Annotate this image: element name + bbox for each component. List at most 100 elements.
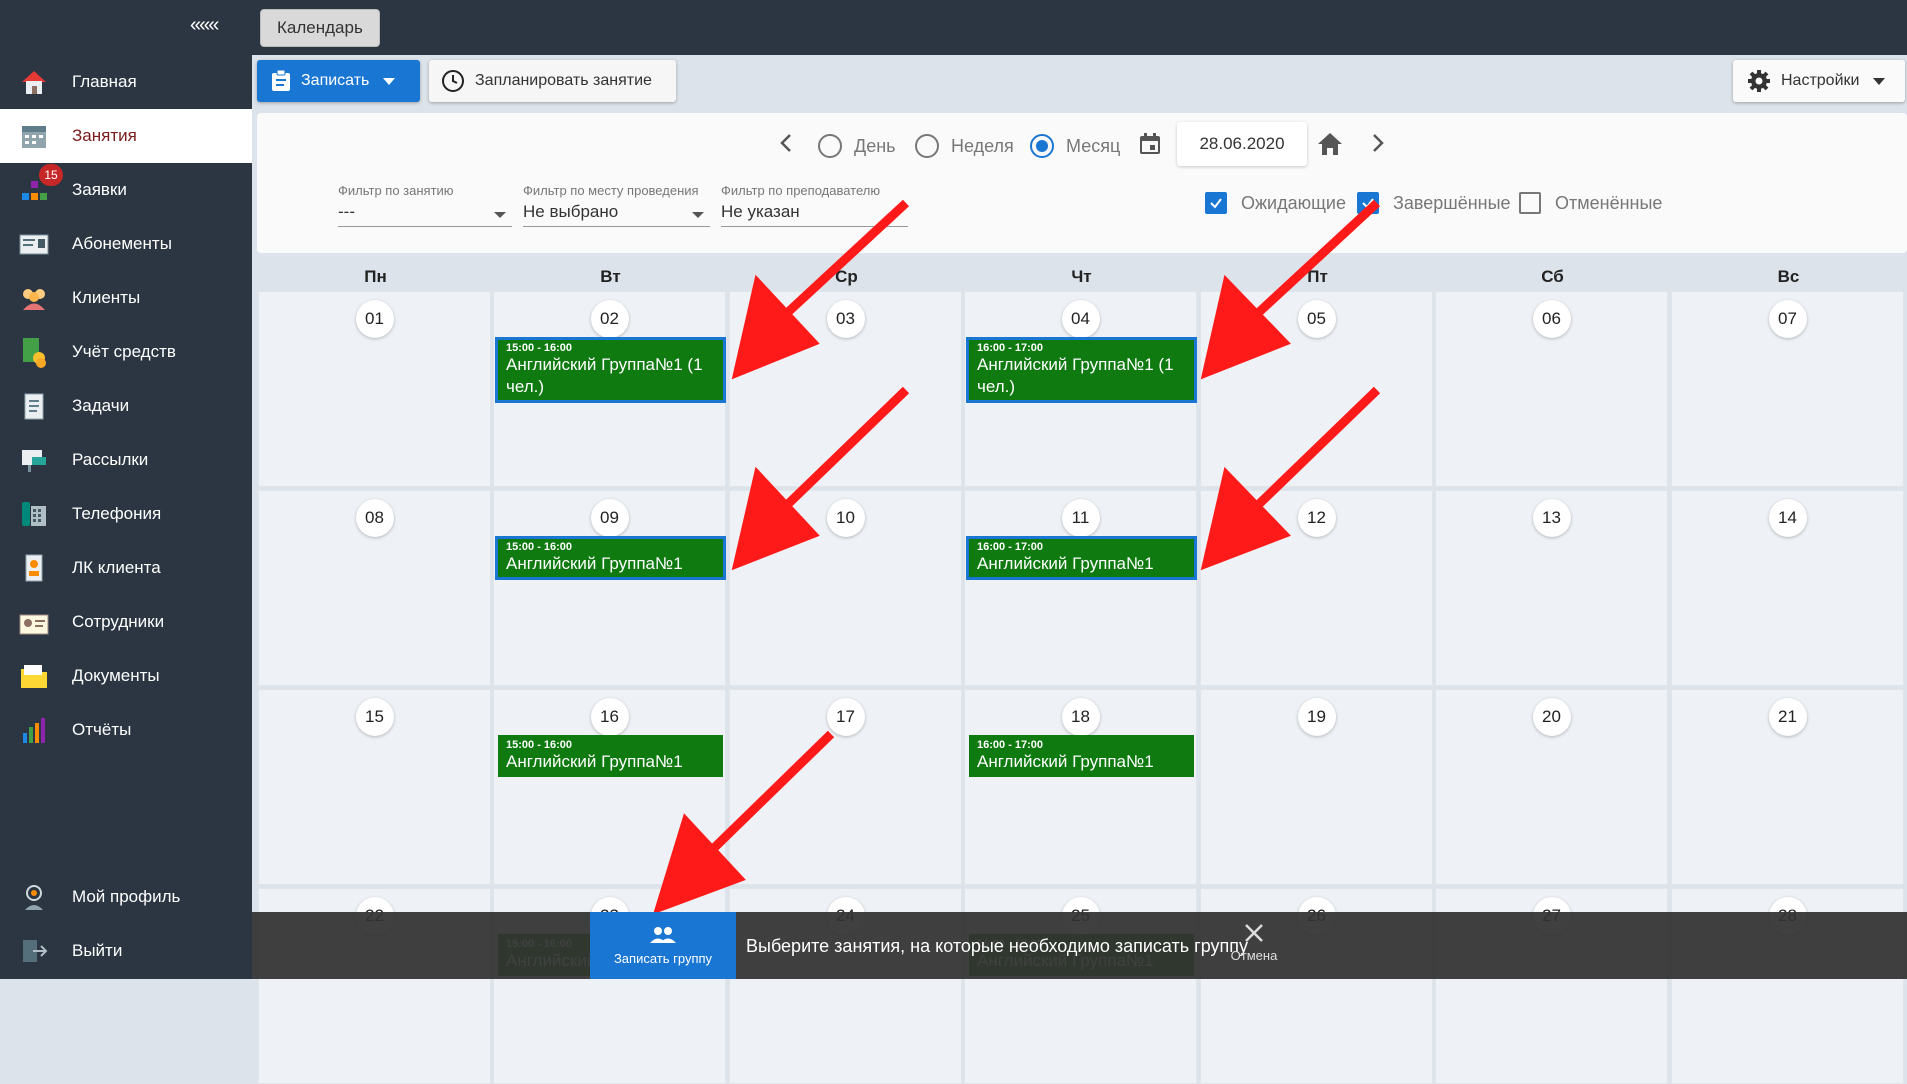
day-cell[interactable]: 18 16:00 - 17:00 Английский Группа№1	[964, 689, 1197, 885]
today-home-icon[interactable]	[1316, 131, 1344, 162]
sidebar-item-client-cabinet[interactable]: ЛК клиента	[0, 541, 252, 595]
client-cabinet-icon	[17, 551, 51, 585]
sidebar-nav: Главная Занятия 15 Заявки Абонементы Кли…	[0, 55, 252, 757]
event-time: 16:00 - 17:00	[977, 541, 1044, 553]
sidebar-item-logout[interactable]: Выйти	[0, 924, 252, 978]
next-period-button[interactable]	[1368, 131, 1388, 162]
day-number: 16	[590, 698, 629, 736]
orders-icon: 15	[17, 164, 63, 207]
check-cancelled-label: Отменённые	[1555, 192, 1663, 213]
sidebar-item-home[interactable]: Главная	[0, 55, 252, 109]
check-pending[interactable]: Ожидающие	[1205, 192, 1346, 214]
day-cell[interactable]: 08	[258, 490, 491, 686]
subscription-card-icon	[17, 227, 51, 261]
event-title: Английский Группа№1 (1 чел.)	[977, 355, 1174, 396]
day-number: 11	[1061, 499, 1100, 537]
day-cell[interactable]: 06	[1435, 291, 1668, 487]
day-number: 14	[1768, 499, 1807, 537]
settings-label: Настройки	[1781, 72, 1860, 89]
day-number: 12	[1297, 499, 1336, 537]
tab-calendar[interactable]: Календарь	[260, 9, 380, 47]
view-month-label: Месяц	[1066, 135, 1121, 156]
day-cell[interactable]: 04 16:00 - 17:00 Английский Группа№1 (1 че…	[964, 291, 1197, 487]
weekday-header: Пн	[364, 267, 387, 286]
day-cell[interactable]: 21	[1671, 689, 1904, 885]
filter-lesson-value: ---	[338, 202, 355, 221]
lesson-event[interactable]: 16:00 - 17:00Английский Группа№1	[966, 536, 1197, 580]
sidebar-item-profile[interactable]: Мой профиль	[0, 870, 252, 924]
sidebar-item-subscriptions[interactable]: Абонементы	[0, 217, 252, 271]
sidebar-item-reports[interactable]: Отчёты	[0, 703, 252, 757]
day-cell[interactable]: 01	[258, 291, 491, 487]
day-cell[interactable]: 19	[1200, 689, 1433, 885]
sidebar-item-employees[interactable]: Сотрудники	[0, 595, 252, 649]
day-cell[interactable]: 16 15:00 - 16:00 Английский Группа№1	[493, 689, 726, 885]
filter-place[interactable]: Фильтр по месту проведения Не выбрано	[523, 183, 710, 227]
day-cell[interactable]: 11 16:00 - 17:00 Английский Группа№1	[964, 490, 1197, 686]
event-title: Английский Группа№1	[977, 554, 1154, 573]
day-cell[interactable]: 14	[1671, 490, 1904, 686]
day-cell[interactable]: 13	[1435, 490, 1668, 686]
chevron-left-icon	[780, 134, 791, 152]
sidebar-item-orders[interactable]: 15 Заявки	[0, 163, 252, 217]
sidebar-item-telephony[interactable]: Телефония	[0, 487, 252, 541]
sidebar-item-documents[interactable]: Документы	[0, 649, 252, 703]
enroll-group-button[interactable]: Записать группу	[590, 912, 736, 979]
reports-icon	[17, 713, 51, 747]
event-time: 15:00 - 16:00	[506, 342, 573, 354]
filter-lesson-label: Фильтр по занятию	[338, 183, 454, 198]
view-day-radio[interactable]: День	[818, 134, 896, 158]
filter-teacher[interactable]: Фильтр по преподавателю Не указан	[721, 183, 908, 227]
close-icon	[1245, 924, 1263, 942]
settings-button[interactable]: Настройки	[1733, 60, 1905, 102]
filter-place-select[interactable]: Не выбрано	[523, 202, 710, 227]
lesson-event[interactable]: 16:00 - 17:00Английский Группа№1	[969, 735, 1194, 777]
home-icon	[17, 65, 51, 99]
day-cell[interactable]: 02 15:00 - 16:00 Английский Группа№1 (1 че…	[493, 291, 726, 487]
day-cell[interactable]: 09 15:00 - 16:00 Английский Группа№1	[493, 490, 726, 686]
sidebar-item-label: Выйти	[72, 941, 123, 960]
day-number: 02	[590, 300, 629, 338]
sidebar-item-mailings[interactable]: Рассылки	[0, 433, 252, 487]
sidebar-item-label: Занятия	[72, 126, 137, 145]
filter-lesson[interactable]: Фильтр по занятию ---	[338, 183, 512, 227]
view-month-radio[interactable]: Месяц	[1030, 134, 1120, 158]
lesson-event[interactable]: 15:00 - 16:00 Английский Группа№1 (1 чел.…	[495, 337, 726, 403]
sidebar-item-clients[interactable]: Клиенты	[0, 271, 252, 325]
orders-count-badge: 15	[39, 164, 63, 186]
filter-lesson-select[interactable]: ---	[338, 202, 512, 227]
plan-lesson-button[interactable]: Запланировать занятие	[429, 60, 676, 102]
filter-teacher-input[interactable]: Не указан	[721, 202, 908, 227]
day-cell[interactable]: 07	[1671, 291, 1904, 487]
check-done[interactable]: Завершённые	[1357, 192, 1511, 214]
date-field[interactable]: 28.06.2020	[1177, 122, 1307, 166]
lesson-event[interactable]: 16:00 - 17:00 Английский Группа№1 (1 чел.…	[966, 337, 1197, 403]
filter-place-value: Не выбрано	[523, 202, 619, 221]
lesson-event[interactable]: 15:00 - 16:00 Английский Группа№1	[498, 735, 723, 777]
view-week-radio[interactable]: Неделя	[915, 134, 1014, 158]
sidebar-item-tasks[interactable]: Задачи	[0, 379, 252, 433]
view-week-label: Неделя	[951, 135, 1014, 156]
sidebar-item-lessons[interactable]: Занятия	[0, 109, 252, 163]
cancel-button[interactable]: Отмена	[1224, 922, 1284, 963]
collapse-sidebar-button[interactable]: «««	[190, 14, 219, 37]
day-cell[interactable]: 03	[729, 291, 962, 487]
day-number: 13	[1532, 499, 1571, 537]
prev-period-button[interactable]	[776, 131, 796, 162]
lesson-event[interactable]: 15:00 - 16:00 Английский Группа№1	[495, 536, 726, 580]
day-cell[interactable]: 05	[1200, 291, 1433, 487]
enroll-button[interactable]: Записать	[257, 60, 420, 102]
calendar-picker-icon[interactable]	[1138, 132, 1162, 161]
day-number: 21	[1768, 698, 1807, 736]
sidebar-item-label: Клиенты	[72, 288, 141, 307]
day-cell[interactable]: 10	[729, 490, 962, 686]
day-cell[interactable]: 20	[1435, 689, 1668, 885]
day-cell[interactable]: 15	[258, 689, 491, 885]
day-number: 18	[1061, 698, 1100, 736]
sidebar-item-finance[interactable]: Учёт средств	[0, 325, 252, 379]
day-cell[interactable]: 17	[729, 689, 962, 885]
checkmark-icon	[1210, 198, 1222, 209]
check-cancelled[interactable]: Отменённые	[1519, 192, 1662, 214]
radio-circle-selected	[1030, 134, 1054, 158]
day-cell[interactable]: 12	[1200, 490, 1433, 686]
